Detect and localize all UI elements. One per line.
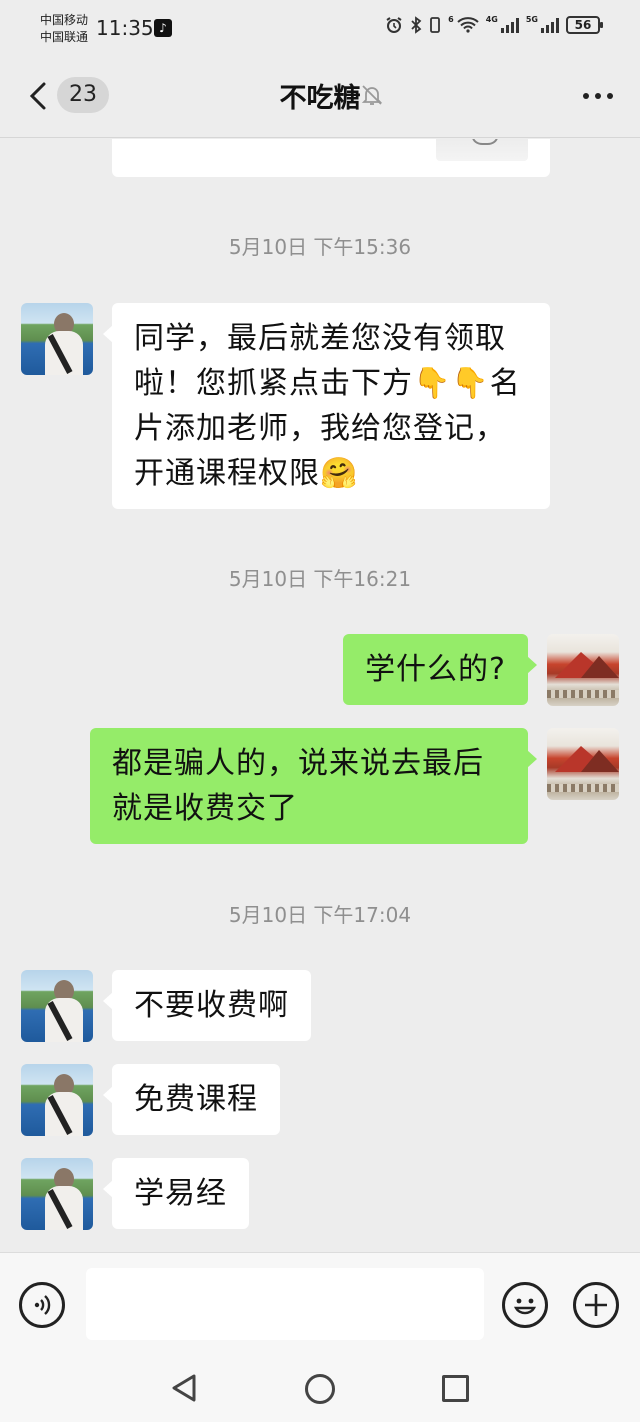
avatar[interactable] (21, 1158, 93, 1230)
timestamp: 5月10日 下午16:21 (228, 567, 412, 591)
avatar-self[interactable] (547, 728, 619, 800)
input-bar (0, 1252, 640, 1354)
wifi-tag: 6 (448, 14, 454, 24)
nav-recent-icon[interactable] (442, 1375, 469, 1402)
voice-button[interactable] (19, 1282, 65, 1328)
message-bubble-incoming[interactable]: 免费课程 (103, 1064, 280, 1135)
system-nav-bar (0, 1354, 640, 1422)
status-bar: 中国移动 中国联通 11:35 ♪ 6 4G 5G 56 (0, 0, 640, 56)
mute-bell-icon (361, 85, 383, 105)
vibrate-icon (430, 17, 441, 33)
network-tag-5g: 5G (525, 14, 538, 24)
avatar[interactable] (21, 970, 93, 1042)
more-icon[interactable] (578, 78, 618, 114)
avatar[interactable] (21, 1064, 93, 1136)
network-tag-4g: 4G (485, 14, 498, 24)
timestamp: 5月10日 下午17:04 (228, 903, 412, 927)
signal-icon (500, 17, 519, 33)
message-bubble-outgoing[interactable]: 学什么的? (343, 634, 537, 705)
signal-icon-2 (541, 17, 559, 33)
chat-title: 不吃糖 (279, 83, 361, 114)
card-thumbnail (436, 139, 528, 161)
chat-messages[interactable]: 5月10日 下午15:36 同学，最后就差您没有领取啦！您抓紧点击下方👇👇名片添… (0, 139, 640, 1252)
wifi-icon (457, 17, 479, 33)
card-message-partial[interactable] (112, 139, 550, 177)
voice-icon (34, 1295, 51, 1315)
carrier-1: 中国移动 (40, 13, 89, 27)
emoji-icon (513, 1298, 537, 1315)
tiktok-icon: ♪ (154, 19, 172, 37)
timestamp: 5月10日 下午15:36 (228, 235, 412, 259)
chat-header: 23 不吃糖 (0, 56, 640, 138)
nav-back-icon[interactable] (170, 1373, 198, 1403)
battery-icon: 56 (566, 16, 603, 34)
message-bubble-incoming[interactable]: 学易经 (103, 1158, 249, 1229)
emoji-button[interactable] (502, 1282, 548, 1328)
message-input[interactable] (86, 1268, 484, 1340)
plus-icon (585, 1294, 607, 1316)
status-icons: 6 4G 5G 56 (385, 14, 603, 34)
plus-button[interactable] (573, 1282, 619, 1328)
message-bubble-incoming[interactable]: 同学，最后就差您没有领取啦！您抓紧点击下方👇👇名片添加老师，我给您登记，开通课程… (103, 303, 550, 509)
carrier-labels: 中国移动 中国联通 (40, 12, 88, 46)
avatar[interactable] (21, 303, 93, 375)
bluetooth-icon (411, 16, 422, 34)
alarm-icon (386, 17, 402, 33)
carrier-2: 中国联通 (40, 30, 89, 44)
avatar-self[interactable] (547, 634, 619, 706)
message-bubble-outgoing[interactable]: 都是骗人的，说来说去最后就是收费交了 (90, 728, 537, 844)
nav-home-icon[interactable] (305, 1374, 335, 1404)
status-time: 11:35 (96, 16, 154, 40)
message-bubble-incoming[interactable]: 不要收费啊 (103, 970, 311, 1041)
